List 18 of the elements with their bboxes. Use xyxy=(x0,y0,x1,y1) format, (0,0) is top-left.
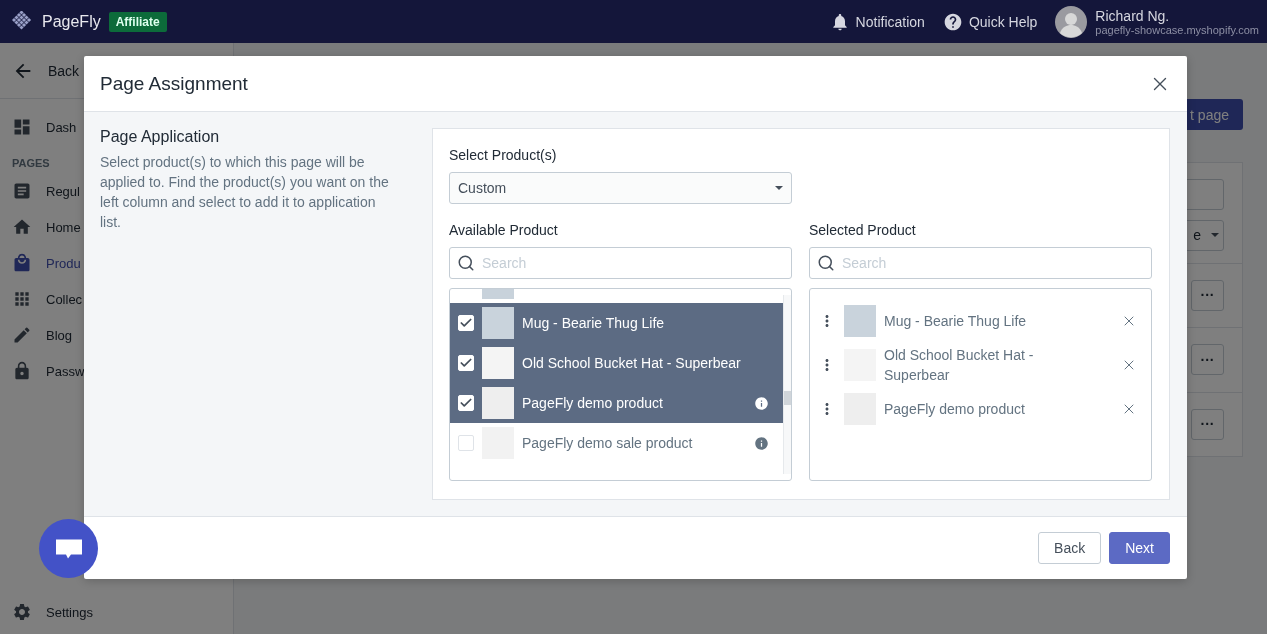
section-heading: PAGES xyxy=(12,157,50,169)
affiliate-badge: Affiliate xyxy=(108,11,167,32)
section-description: Select product(s) to which this page will be applied to. Find the product(s) you want on the left column and select to add it to application list. xyxy=(100,153,390,232)
column-heading: Available Product xyxy=(449,222,559,238)
product-name: Mug - Bearie Thug Life xyxy=(522,315,666,331)
product-name: PageFly demo product xyxy=(522,395,664,411)
app-logo: PageFly xyxy=(42,12,101,31)
field-label: Select Product(s) xyxy=(449,147,558,163)
product-name: Mug - Bearie Thug Life xyxy=(884,312,1028,331)
shop-domain: pagefly-showcase.myshopify.com xyxy=(1095,23,1259,36)
modal-title: Page Assignment xyxy=(100,72,248,95)
product-name: PageFly demo product xyxy=(884,400,1026,419)
section-title: Page Application xyxy=(100,128,221,146)
user-name: Richard Ng. xyxy=(1095,7,1171,24)
product-name: Old School Bucket Hat - Superbear xyxy=(522,355,742,371)
product-name: PageFly demo sale product xyxy=(522,435,694,451)
column-heading: Selected Product xyxy=(809,222,917,238)
product-name: Old School Bucket Hat - Superbear xyxy=(884,346,1035,385)
